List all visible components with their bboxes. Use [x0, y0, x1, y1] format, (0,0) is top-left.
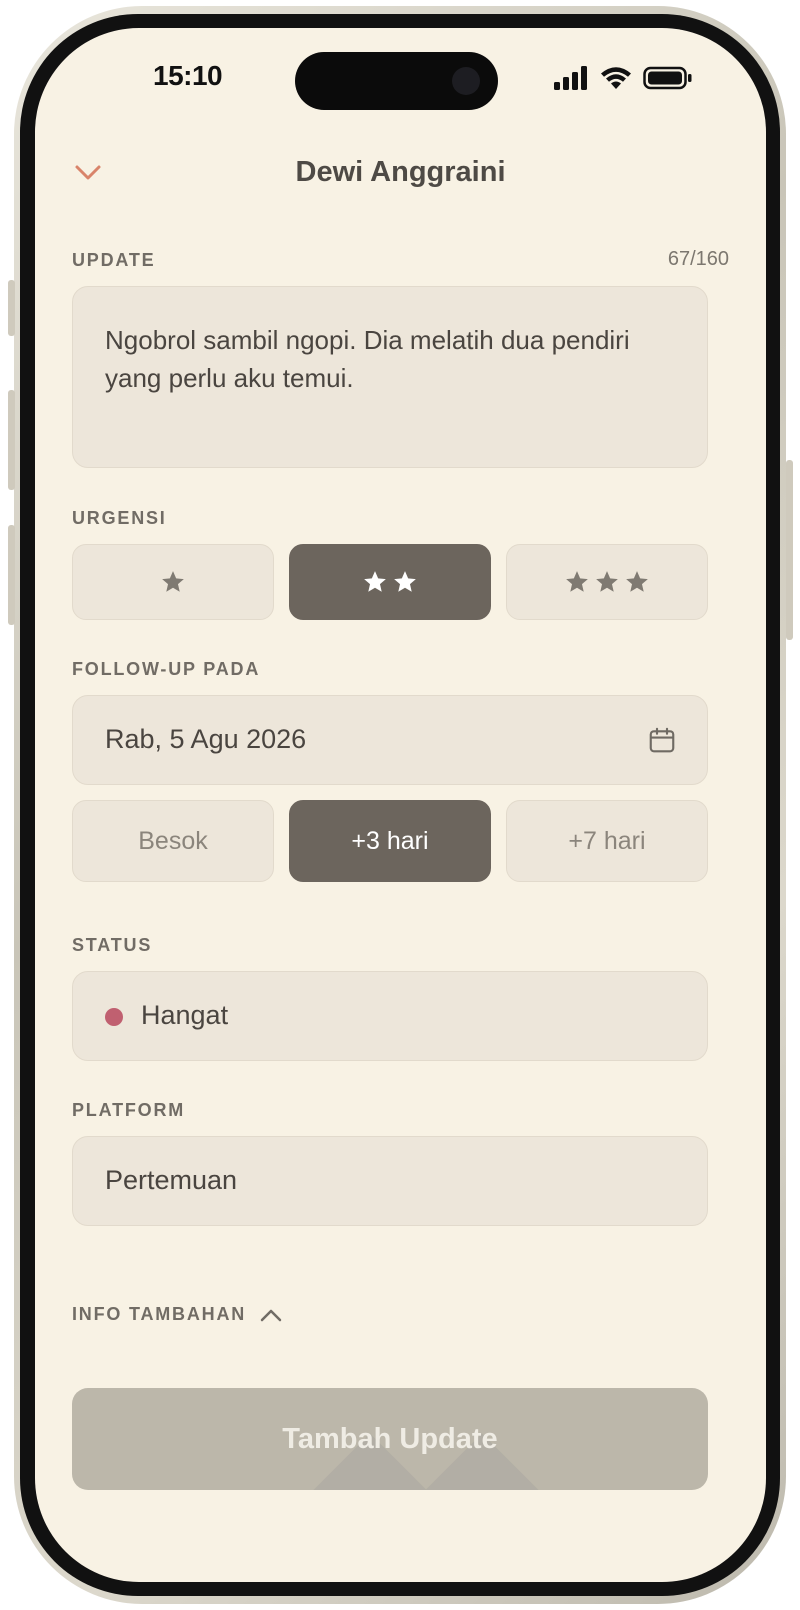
- status-time: 15:10: [153, 60, 223, 91]
- platform-select[interactable]: Pertemuan: [72, 1136, 708, 1226]
- quick-option-3-days[interactable]: +3 hari: [289, 800, 491, 882]
- star-icon: [394, 571, 416, 592]
- urgency-option-2[interactable]: [289, 544, 491, 620]
- char-counter: 67/160: [667, 248, 729, 270]
- urgency-option-1[interactable]: [72, 544, 274, 620]
- star-icon: [596, 571, 618, 592]
- page-title: Dewi Anggraini: [295, 156, 506, 188]
- wifi-icon: [601, 67, 631, 89]
- camera-icon: [452, 67, 480, 95]
- extra-info-label: INFO TAMBAHAN: [72, 1304, 247, 1324]
- star-icon: [626, 571, 648, 592]
- battery-icon: [643, 66, 692, 90]
- star-icon: [364, 571, 386, 592]
- action-button: [8, 280, 15, 336]
- status-select[interactable]: Hangat: [72, 971, 708, 1061]
- quick-option-7-days[interactable]: +7 hari: [506, 800, 708, 882]
- followup-label: FOLLOW-UP PADA: [72, 659, 261, 679]
- status-dot: [105, 1008, 123, 1026]
- extra-info-toggle[interactable]: INFO TAMBAHAN: [72, 1304, 282, 1325]
- calendar-icon: [649, 727, 675, 753]
- update-textarea[interactable]: Ngobrol sambil ngopi. Dia melatih dua pe…: [72, 286, 708, 468]
- header: Dewi Anggraini: [35, 146, 766, 202]
- star-icon: [162, 571, 184, 592]
- signal-icon: [554, 66, 587, 90]
- star-icon: [566, 571, 588, 592]
- update-text: Ngobrol sambil ngopi. Dia melatih dua pe…: [105, 325, 630, 393]
- platform-value: Pertemuan: [105, 1165, 238, 1195]
- add-update-button[interactable]: Tambah Update: [72, 1388, 708, 1490]
- update-label: UPDATE: [72, 250, 156, 270]
- quick-option-besok[interactable]: Besok: [72, 800, 274, 882]
- add-update-label: Tambah Update: [282, 1422, 498, 1455]
- volume-down-button: [8, 525, 15, 625]
- power-button: [786, 460, 793, 640]
- dynamic-island: [295, 52, 498, 110]
- status-icons: [553, 66, 693, 90]
- followup-date-field[interactable]: Rab, 5 Agu 2026: [72, 695, 708, 785]
- followup-date: Rab, 5 Agu 2026: [105, 724, 307, 754]
- urgency-label: URGENSI: [72, 508, 167, 528]
- screen: 15:10 Dewi Anggraini UPDATE 67/160 Ngobr…: [35, 28, 766, 1582]
- platform-label: PLATFORM: [72, 1100, 186, 1120]
- status-value: Hangat: [141, 1000, 229, 1030]
- volume-up-button: [8, 390, 15, 490]
- urgency-option-3[interactable]: [506, 544, 708, 620]
- status-label: STATUS: [72, 935, 153, 955]
- chevron-up-icon: [260, 1309, 282, 1321]
